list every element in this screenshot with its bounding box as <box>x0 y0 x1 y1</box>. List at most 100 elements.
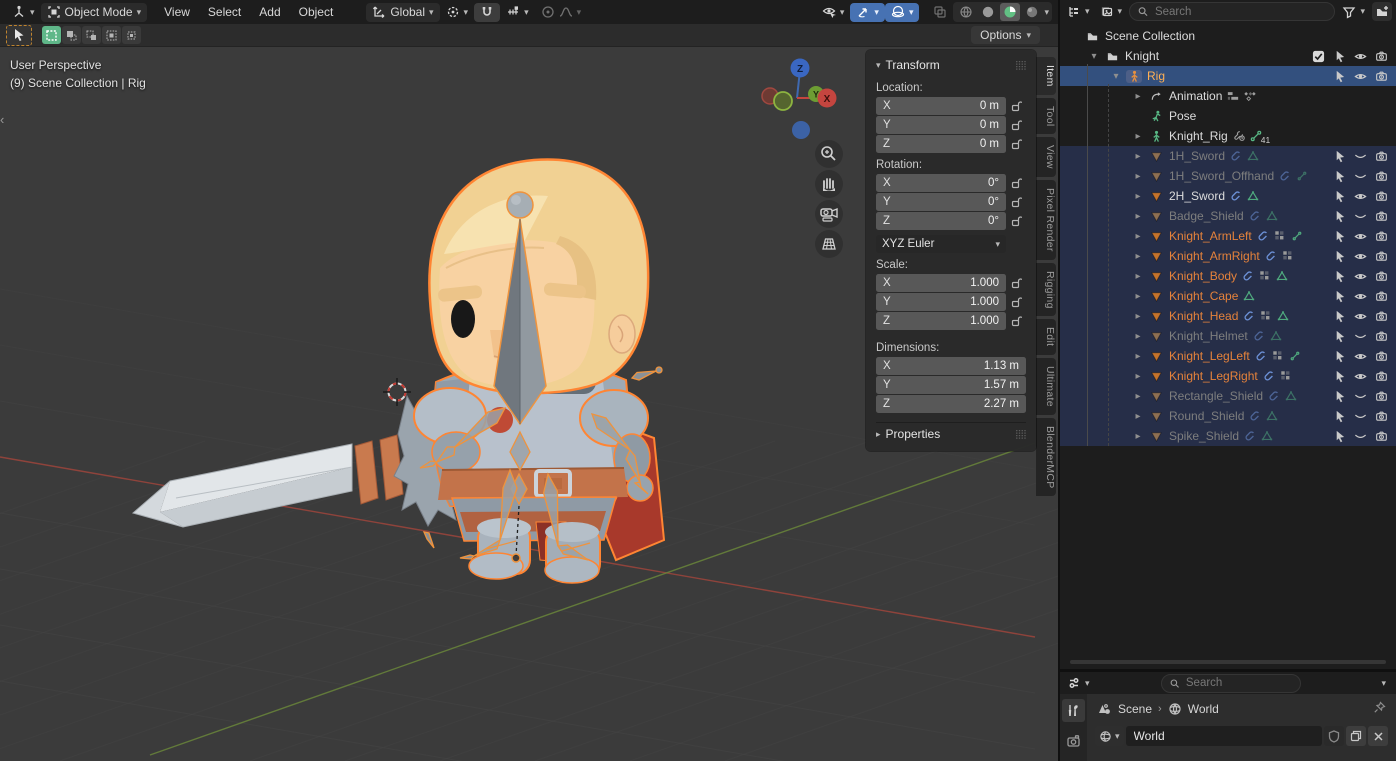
properties-search[interactable] <box>1161 674 1301 693</box>
selectable-toggle[interactable] <box>1329 70 1350 83</box>
shading-wireframe-button[interactable] <box>956 3 976 21</box>
axis-neg-y-ball[interactable] <box>774 92 792 110</box>
outliner-editor-type-button[interactable]: ▾ <box>1064 2 1093 21</box>
n-panel-tab[interactable]: Pixel Render <box>1036 180 1056 260</box>
selectable-toggle[interactable] <box>1329 390 1350 403</box>
collapse-chevron[interactable]: ▸ <box>1135 351 1140 362</box>
gizmos-toggle[interactable]: ▾ <box>850 3 885 22</box>
collection-checkbox[interactable] <box>1308 50 1329 63</box>
visibility-eye-closed[interactable] <box>1350 170 1371 183</box>
render-visibility-camera[interactable] <box>1371 50 1392 63</box>
number-field[interactable]: X 0 m <box>876 97 1006 115</box>
number-field[interactable]: Z 0° <box>876 212 1006 230</box>
shading-solid-button[interactable] <box>978 3 998 21</box>
render-visibility-camera[interactable] <box>1371 150 1392 163</box>
outliner-row[interactable]: ▾ ▸ Knight_LegRight <box>1060 366 1396 386</box>
visibility-eye-open[interactable] <box>1350 230 1371 243</box>
options-button[interactable]: Options ▾ <box>971 26 1040 44</box>
lock-icon[interactable] <box>1006 177 1026 189</box>
number-field[interactable]: X 0° <box>876 174 1006 192</box>
menu-object[interactable]: Object <box>290 3 343 22</box>
outliner-row[interactable]: ▾ ▸ Rig <box>1060 66 1396 86</box>
outliner-row[interactable]: ▾ ▸ Animation <box>1060 86 1396 106</box>
number-field[interactable]: Y 1.000 <box>876 293 1006 311</box>
selectable-toggle[interactable] <box>1329 170 1350 183</box>
render-visibility-camera[interactable] <box>1371 290 1392 303</box>
outliner-row[interactable]: ▾ ▸ Round_Shield <box>1060 406 1396 426</box>
outliner-search-input[interactable] <box>1153 5 1327 19</box>
tab-render-properties[interactable] <box>1062 730 1085 753</box>
selectable-toggle[interactable] <box>1329 250 1350 263</box>
number-field[interactable]: X 1.13 m <box>876 357 1026 375</box>
collapse-chevron[interactable]: ▸ <box>1135 211 1140 222</box>
selectable-toggle[interactable] <box>1329 330 1350 343</box>
number-field[interactable]: Y 0° <box>876 193 1006 211</box>
collapse-chevron[interactable]: ▸ <box>1135 231 1140 242</box>
select-invert-button[interactable] <box>102 26 121 44</box>
lock-icon[interactable] <box>1006 315 1026 327</box>
lock-icon[interactable] <box>1006 215 1026 227</box>
visibility-eye-closed[interactable] <box>1350 150 1371 163</box>
select-intersect-button[interactable] <box>122 26 141 44</box>
visibility-eye-open[interactable] <box>1350 370 1371 383</box>
navigation-gizmo[interactable]: Y X Z <box>757 50 849 262</box>
outliner-row[interactable]: ▾ ▸ 1H_Sword <box>1060 146 1396 166</box>
number-field[interactable]: Z 0 m <box>876 135 1006 153</box>
outliner-row[interactable]: ▾ ▸ 2H_Sword <box>1060 186 1396 206</box>
xray-toggle[interactable] <box>927 3 953 22</box>
collapse-chevron[interactable]: ▸ <box>1135 411 1140 422</box>
world-name-field[interactable] <box>1126 726 1322 746</box>
snap-target-dropdown[interactable]: ▾ <box>500 3 535 22</box>
breadcrumb-world[interactable]: World <box>1188 702 1219 716</box>
transform-panel-header[interactable]: ▾ Transform ⣿⣿ <box>876 54 1026 76</box>
selectable-toggle[interactable] <box>1329 190 1350 203</box>
render-visibility-camera[interactable] <box>1371 370 1392 383</box>
n-panel-tab[interactable]: View <box>1036 137 1056 177</box>
collapse-chevron[interactable]: ▸ <box>1135 291 1140 302</box>
copy-datablock-button[interactable] <box>1346 726 1366 746</box>
visibility-eye-closed[interactable] <box>1350 210 1371 223</box>
visibility-eye-closed[interactable] <box>1350 390 1371 403</box>
transform-orientation-dropdown[interactable]: Global ▾ <box>366 3 439 22</box>
render-visibility-camera[interactable] <box>1371 330 1392 343</box>
selectable-toggle[interactable] <box>1329 410 1350 423</box>
outliner-row[interactable]: ▾ ▸ Badge_Shield <box>1060 206 1396 226</box>
collapse-chevron[interactable]: ▸ <box>1135 91 1140 102</box>
n-panel-tab[interactable]: Edit <box>1036 319 1056 354</box>
breadcrumb-scene[interactable]: Scene <box>1118 702 1152 716</box>
collapse-chevron[interactable]: ▸ <box>1135 391 1140 402</box>
render-visibility-camera[interactable] <box>1371 270 1392 283</box>
collapse-chevron[interactable]: ▸ <box>1135 271 1140 282</box>
overlays-toggle[interactable]: ▾ <box>885 3 920 22</box>
lock-icon[interactable] <box>1006 296 1026 308</box>
outliner-scrollbar[interactable] <box>1070 660 1386 664</box>
pivot-point-dropdown[interactable]: ▾ <box>440 3 475 22</box>
render-visibility-camera[interactable] <box>1371 170 1392 183</box>
collapse-chevron[interactable]: ▸ <box>1135 311 1140 322</box>
collapse-chevron[interactable]: ▸ <box>1135 191 1140 202</box>
selectable-toggle[interactable] <box>1329 310 1350 323</box>
camera-view-button[interactable] <box>815 200 843 228</box>
number-field[interactable]: Z 1.000 <box>876 312 1006 330</box>
select-subtract-button[interactable] <box>82 26 101 44</box>
proportional-editing-toggle[interactable]: ▾ <box>535 3 588 22</box>
render-visibility-camera[interactable] <box>1371 210 1392 223</box>
outliner-row[interactable]: ▾ ▸ Knight_ArmLeft <box>1060 226 1396 246</box>
select-set-button[interactable] <box>42 26 61 44</box>
outliner-row[interactable]: ▾ ▸ Knight_Helmet <box>1060 326 1396 346</box>
visibility-eye-closed[interactable] <box>1350 330 1371 343</box>
lock-icon[interactable] <box>1006 277 1026 289</box>
select-extend-button[interactable] <box>62 26 81 44</box>
axis-neg-z-ball[interactable] <box>792 121 810 139</box>
outliner-search[interactable] <box>1129 2 1335 21</box>
world-type-button[interactable]: ▾ <box>1095 726 1124 746</box>
mode-dropdown[interactable]: Object Mode ▾ <box>41 3 148 22</box>
number-field[interactable]: Y 1.57 m <box>876 376 1026 394</box>
visibility-eye-open[interactable] <box>1350 270 1371 283</box>
collapse-chevron[interactable]: ▸ <box>1135 151 1140 162</box>
object-visibility-dropdown[interactable]: ▾ <box>816 3 851 22</box>
visibility-eye-open[interactable] <box>1350 70 1371 83</box>
collapse-chevron[interactable]: ▸ <box>1135 131 1140 142</box>
zoom-button[interactable] <box>815 140 843 168</box>
outliner-row[interactable]: ▾ ▸ Knight_LegLeft <box>1060 346 1396 366</box>
